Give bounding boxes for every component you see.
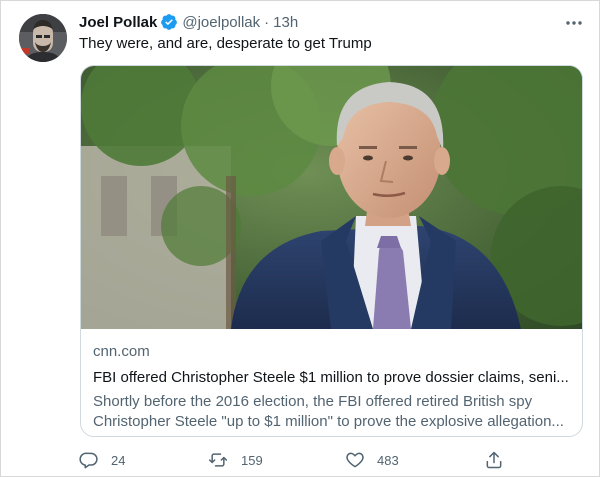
author-name[interactable]: Joel Pollak [79,14,157,31]
card-meta: cnn.com FBI offered Christopher Steele $… [93,342,571,432]
card-image[interactable] [81,66,582,329]
heart-icon [345,450,365,470]
retweet-icon [207,450,229,470]
reply-button[interactable]: 24 [79,448,125,472]
separator-dot: · [264,13,270,31]
retweet-count: 159 [241,452,263,468]
retweet-button[interactable]: 159 [207,448,263,472]
verified-badge-icon [160,13,178,31]
card-description: Shortly before the 2016 election, the FB… [93,392,571,432]
tweet-text: They were, and are, desperate to get Tru… [79,35,372,52]
card-domain: cnn.com [93,343,150,360]
reply-icon [79,450,99,470]
author-handle[interactable]: @joelpollak [182,14,260,31]
like-button[interactable]: 483 [345,448,399,472]
link-preview-card[interactable]: cnn.com FBI offered Christopher Steele $… [80,65,583,437]
tweet-header: Joel Pollak @joelpollak · 13h [79,12,298,32]
reply-count: 24 [111,452,126,468]
share-icon [484,450,504,470]
more-options-button[interactable] [561,12,587,32]
share-button[interactable] [484,448,504,472]
tweet-timestamp[interactable]: 13h [273,14,298,31]
card-title[interactable]: FBI offered Christopher Steele $1 millio… [93,367,571,388]
tweet-container: Joel Pollak @joelpollak · 13h They were,… [0,0,600,477]
card-description-line: Christopher Steele "up to $1 million" to… [93,413,564,430]
avatar[interactable] [19,14,67,62]
like-count: 483 [377,452,399,468]
card-description-line: Shortly before the 2016 election, the FB… [93,393,533,410]
more-horizontal-icon [565,13,583,31]
tweet-actions: 24 159 483 [79,448,509,472]
